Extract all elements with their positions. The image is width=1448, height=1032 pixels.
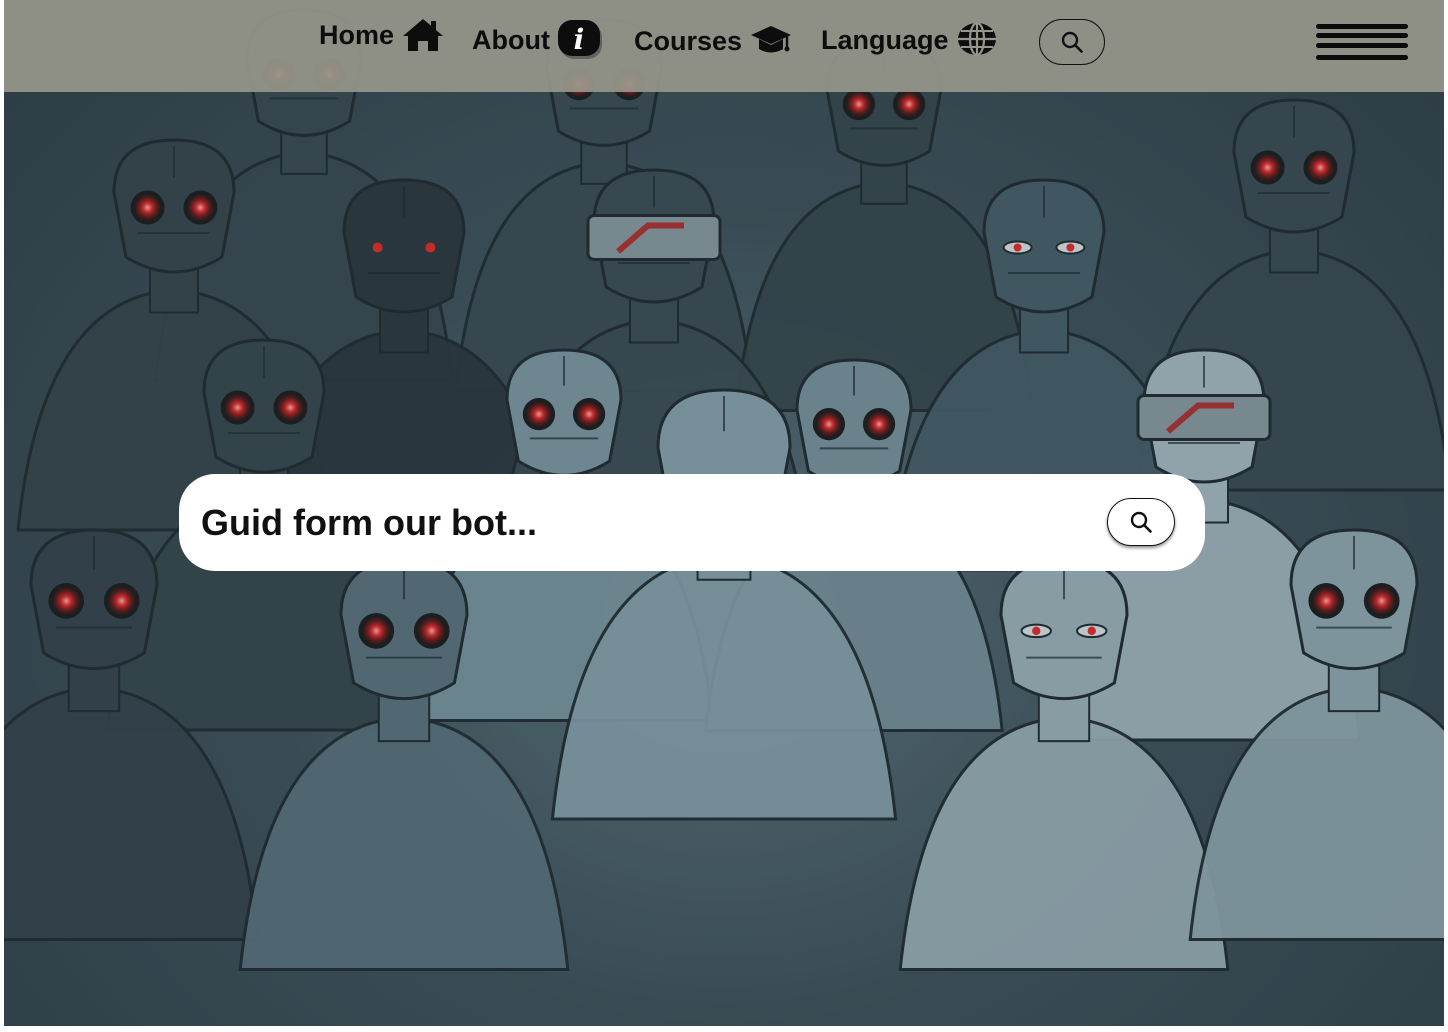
nav-home-label: Home: [319, 19, 395, 50]
info-icon: i: [557, 20, 602, 59]
nav-about-label: About: [472, 24, 550, 55]
nav-language-label: Language: [821, 24, 949, 55]
graduation-cap-icon: [751, 26, 792, 53]
hero-search-button[interactable]: [1107, 498, 1175, 546]
page-canvas: Home About i Courses Language Guid form …: [4, 0, 1444, 1026]
search-icon: [1130, 511, 1152, 533]
nav-search-button[interactable]: [1039, 19, 1105, 65]
hamburger-line: [1316, 24, 1408, 29]
nav-language-link[interactable]: Language: [821, 22, 999, 58]
nav-courses-link[interactable]: Courses: [634, 24, 792, 58]
svg-text:i: i: [574, 23, 585, 56]
hero-search-bar: [179, 474, 1205, 571]
hamburger-line: [1316, 43, 1408, 48]
hamburger-line: [1316, 33, 1408, 38]
nav-courses-label: Courses: [634, 25, 743, 56]
hamburger-menu-button[interactable]: [1316, 22, 1410, 64]
search-icon: [1061, 31, 1083, 53]
globe-icon: [957, 22, 996, 57]
home-icon: [403, 19, 444, 51]
nav-about-link[interactable]: About i: [472, 20, 604, 60]
top-navbar: Home About i Courses Language: [4, 0, 1444, 92]
nav-home-link[interactable]: Home: [319, 18, 444, 52]
hamburger-line: [1316, 55, 1408, 60]
hero-search-input[interactable]: [199, 494, 1083, 552]
